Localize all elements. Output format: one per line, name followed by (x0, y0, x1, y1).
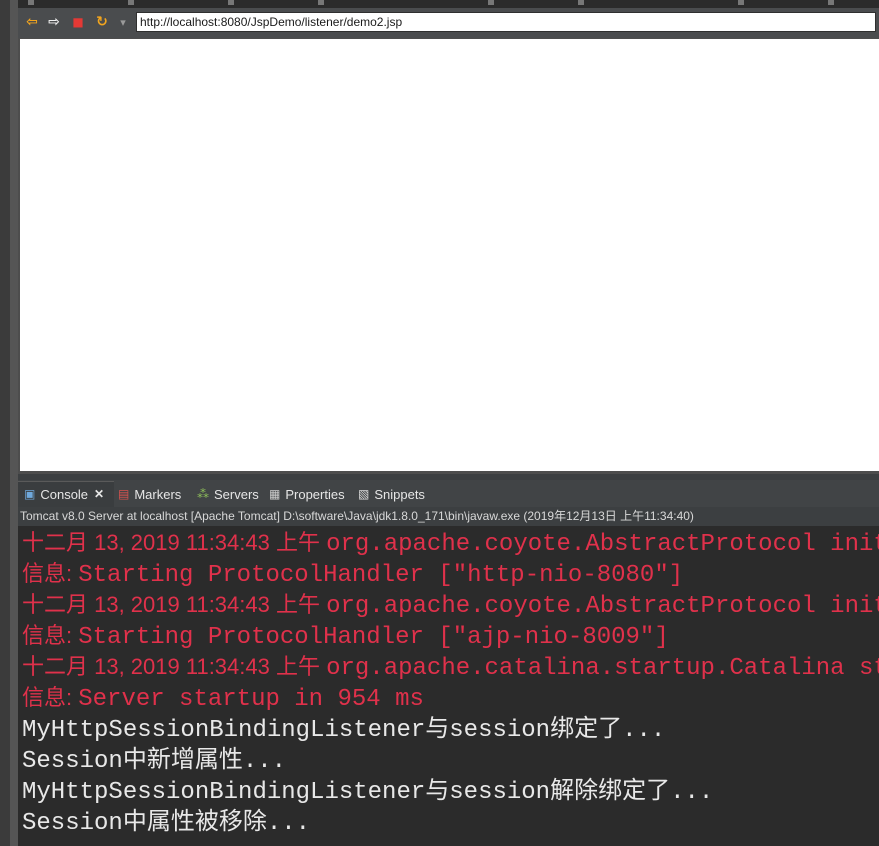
left-gutter (0, 0, 10, 846)
console-line-text: MyHttpSessionBindingListener与session解除绑定… (22, 779, 714, 806)
tab-snippets-label: Snippets (374, 486, 425, 502)
console-line: 信息: Server startup in 954 ms (22, 682, 424, 713)
close-icon[interactable]: ✕ (94, 487, 104, 501)
tab-servers[interactable]: ⁂ Servers (197, 484, 259, 504)
stop-icon[interactable]: ■ (68, 12, 88, 32)
editor-tab-strip[interactable] (18, 0, 879, 8)
tab-markers[interactable]: ▤ Markers (118, 484, 181, 504)
console-output[interactable]: 十二月 13, 2019 11:34:43 上午 org.apache.coyo… (18, 526, 879, 846)
console-line-prefix: 十二月 13, 2019 11:34:43 上午 (22, 592, 327, 617)
console-line-text: MyHttpSessionBindingListener与session绑定了.… (22, 717, 666, 744)
forward-arrow-icon[interactable]: ⇨ (44, 12, 64, 32)
console-line: Session中新增属性... (22, 744, 286, 775)
markers-icon: ▤ (118, 487, 130, 501)
console-line: Session中属性被移除... (22, 806, 310, 837)
console-line-prefix: 信息: (22, 561, 79, 586)
console-line: 十二月 13, 2019 11:34:43 上午 org.apache.cata… (22, 651, 879, 682)
console-line-prefix: 十二月 13, 2019 11:34:43 上午 (22, 654, 327, 679)
url-input[interactable]: http://localhost:8080/JspDemo/listener/d… (136, 12, 876, 32)
tab-properties-label: Properties (285, 486, 345, 502)
console-line: MyHttpSessionBindingListener与session绑定了.… (22, 713, 665, 744)
console-line: 十二月 13, 2019 11:34:43 上午 org.apache.coyo… (22, 527, 879, 558)
console-line: MyHttpSessionBindingListener与session解除绑定… (22, 775, 713, 806)
console-line: 信息: Starting ProtocolHandler ["http-nio-… (22, 558, 683, 589)
console-line: 十二月 13, 2019 11:34:43 上午 org.apache.coyo… (22, 589, 879, 620)
console-line-prefix: 信息: (22, 685, 79, 710)
back-arrow-icon[interactable]: ⇦ (22, 12, 42, 32)
console-line-text: Session中新增属性... (22, 748, 287, 775)
tab-console[interactable]: ▣ Console ✕ (24, 484, 104, 504)
console-line: 信息: Starting ProtocolHandler ["ajp-nio-8… (22, 620, 669, 651)
console-line-text: org.apache.catalina.startup.Catalina sta… (326, 655, 879, 682)
properties-icon: ▦ (269, 487, 281, 501)
console-process-info: Tomcat v8.0 Server at localhost [Apache … (18, 507, 879, 526)
console-line-text: Starting ProtocolHandler ["ajp-nio-8009"… (78, 624, 669, 651)
console-line-text: org.apache.coyote.AbstractProtocol init (326, 593, 879, 620)
snippets-icon: ▧ (358, 487, 370, 501)
console-line-prefix: 十二月 13, 2019 11:34:43 上午 (22, 530, 327, 555)
console-line-text: Server startup in 954 ms (78, 686, 424, 713)
refresh-icon[interactable]: ↻ (92, 12, 112, 32)
console-line-text: Starting ProtocolHandler ["http-nio-8080… (78, 562, 684, 589)
tab-console-label: Console (40, 486, 89, 502)
console-line-text: org.apache.coyote.AbstractProtocol init (326, 531, 879, 558)
tab-snippets[interactable]: ▧ Snippets (358, 484, 425, 504)
tab-servers-label: Servers (214, 486, 259, 502)
tab-properties[interactable]: ▦ Properties (269, 484, 345, 504)
console-line-prefix: 信息: (22, 623, 79, 648)
servers-icon: ⁂ (197, 487, 209, 501)
tab-markers-label: Markers (134, 486, 182, 502)
left-scroll-strip (10, 0, 18, 846)
console-icon: ▣ (24, 487, 36, 501)
browser-toolbar: ⇦ ⇨ ■ ↻ ▾ http://localhost:8080/JspDemo/… (18, 8, 879, 39)
browser-content[interactable] (20, 39, 879, 471)
chevron-down-icon[interactable]: ▾ (113, 12, 133, 32)
console-line-text: Session中属性被移除... (22, 810, 311, 837)
